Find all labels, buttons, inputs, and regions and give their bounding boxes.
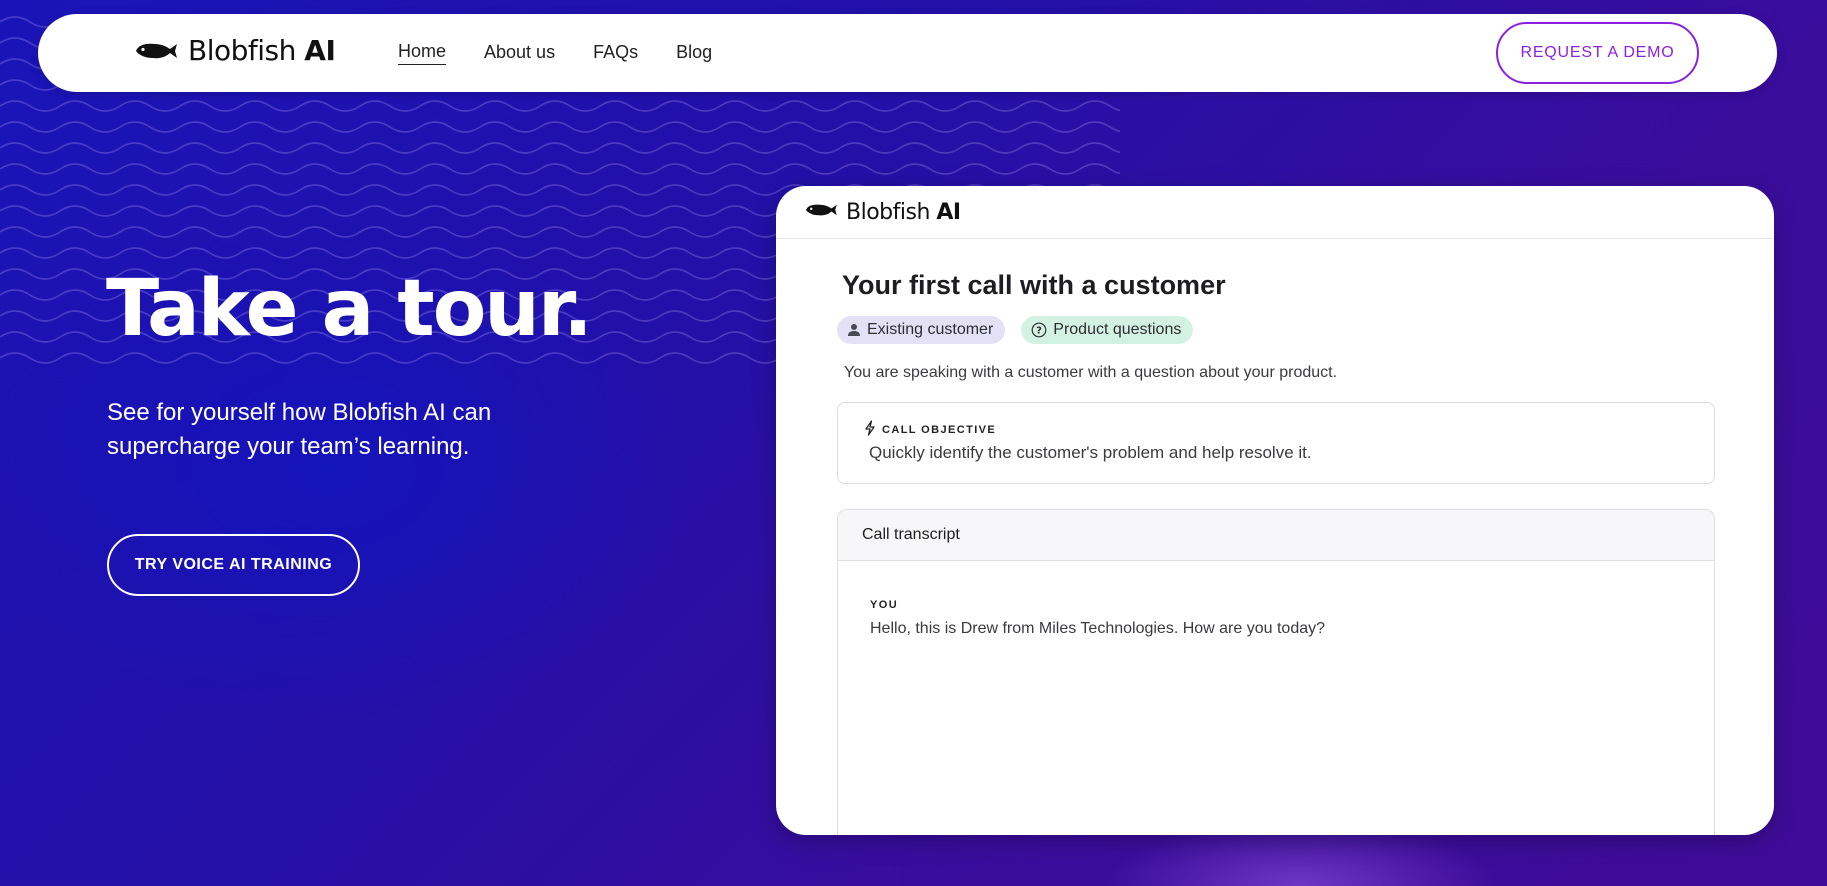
- svg-text:?: ?: [1036, 326, 1042, 337]
- transcript-header: Call transcript: [838, 510, 1714, 561]
- card-brand-name: Blobfish: [846, 200, 930, 225]
- demo-call-card: Blobfish AI Your first call with a custo…: [776, 186, 1774, 835]
- brand-wordmark: Blobfish AI: [188, 34, 336, 67]
- call-objective-label: CALL OBJECTIVE: [864, 420, 996, 439]
- nav-link-blog[interactable]: Blog: [676, 42, 712, 65]
- tag-label: Existing customer: [867, 321, 994, 338]
- call-objective-box: CALL OBJECTIVE Quickly identify the cust…: [837, 402, 1715, 484]
- blobfish-icon: [134, 39, 178, 63]
- card-brand-suffix: AI: [936, 200, 961, 225]
- primary-nav: Home About us FAQs Blog: [398, 14, 712, 92]
- blobfish-icon: [804, 201, 838, 224]
- request-demo-button[interactable]: REQUEST A DEMO: [1496, 22, 1699, 84]
- tag-product-questions: ? Product questions: [1021, 316, 1194, 344]
- scenario-tags: Existing customer ? Product questions: [837, 316, 1194, 344]
- objective-label-text: CALL OBJECTIVE: [882, 423, 997, 436]
- wave-line: [0, 100, 1120, 112]
- wave-line: [0, 163, 1120, 175]
- scenario-description: You are speaking with a customer with a …: [844, 364, 1338, 381]
- hero-subtitle: See for yourself how Blobfish AI can sup…: [107, 399, 492, 460]
- question-circle-icon: ?: [1031, 322, 1047, 338]
- scenario-title: Your first call with a customer: [842, 270, 1226, 300]
- tag-label: Product questions: [1053, 321, 1182, 338]
- brand-suffix: AI: [304, 34, 336, 67]
- call-transcript-panel[interactable]: Call transcript YOU Hello, this is Drew …: [837, 509, 1715, 835]
- person-icon: [847, 323, 861, 337]
- top-navigation-bar: Blobfish AI Home About us FAQs Blog REQU…: [38, 14, 1777, 92]
- wave-line: [0, 121, 1120, 133]
- transcript-utterance: Hello, this is Drew from Miles Technolog…: [870, 620, 1326, 637]
- nav-link-about-us[interactable]: About us: [484, 42, 555, 65]
- card-header: Blobfish AI: [776, 186, 1774, 239]
- lightning-icon: [864, 420, 876, 439]
- hero-title: Take a tour.: [106, 264, 593, 354]
- nav-link-faqs[interactable]: FAQs: [593, 42, 638, 65]
- card-brand-logo: Blobfish AI: [804, 200, 961, 225]
- objective-text: Quickly identify the customer's problem …: [869, 443, 1312, 462]
- brand-name: Blobfish: [188, 34, 296, 67]
- card-brand-wordmark: Blobfish AI: [846, 200, 961, 225]
- tag-existing-customer: Existing customer: [837, 316, 1006, 344]
- nav-link-home[interactable]: Home: [398, 41, 447, 65]
- try-voice-ai-training-button[interactable]: TRY VOICE AI TRAINING: [107, 534, 360, 596]
- transcript-speaker: YOU: [870, 599, 899, 611]
- brand-logo[interactable]: Blobfish AI: [134, 34, 336, 67]
- wave-line: [0, 142, 1120, 154]
